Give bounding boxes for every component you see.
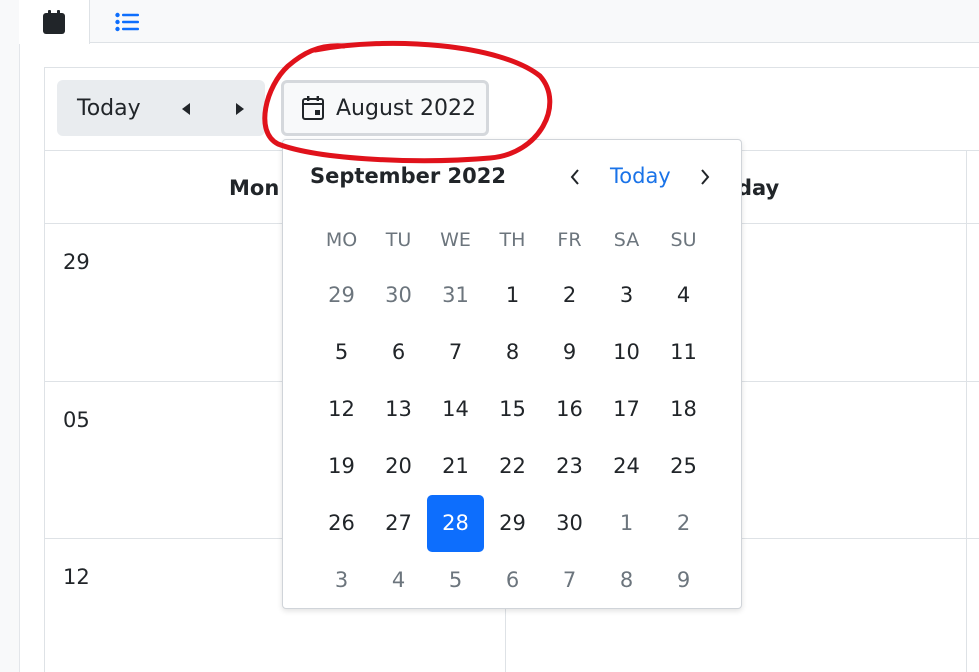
datepicker-day[interactable]: 1 [598, 495, 655, 552]
datepicker-day[interactable]: 22 [484, 438, 541, 495]
today-button[interactable]: Today [77, 96, 141, 121]
datepicker-today-link[interactable]: Today [610, 164, 671, 188]
datepicker-day[interactable]: 7 [541, 552, 598, 609]
week-row-date: 05 [63, 408, 90, 432]
chevron-left-icon [570, 169, 579, 185]
datepicker-day[interactable]: 27 [370, 495, 427, 552]
list-icon [115, 12, 139, 31]
weekday-label: TU [385, 229, 412, 251]
datepicker-day[interactable]: 21 [427, 438, 484, 495]
view-tab-bar [19, 0, 979, 44]
datepicker-day[interactable]: 29 [484, 495, 541, 552]
datepicker-day[interactable]: 3 [598, 267, 655, 324]
datepicker-day[interactable]: 6 [484, 552, 541, 609]
datepicker-day[interactable]: 10 [598, 324, 655, 381]
datepicker-day[interactable]: 2 [541, 267, 598, 324]
datepicker-day[interactable]: 30 [370, 267, 427, 324]
datepicker-title: September 2022 [310, 164, 506, 188]
datepicker-day[interactable]: 11 [655, 324, 712, 381]
datepicker-day[interactable]: 19 [313, 438, 370, 495]
calendar-icon [43, 10, 65, 34]
tab-list-view[interactable] [97, 0, 157, 43]
datepicker-day[interactable]: 3 [313, 552, 370, 609]
datepicker-day[interactable]: 16 [541, 381, 598, 438]
month-label: August 2022 [336, 95, 476, 121]
column-header-partial: day [737, 176, 780, 200]
datepicker-day[interactable]: 26 [313, 495, 370, 552]
datepicker-day[interactable]: 25 [655, 438, 712, 495]
datepicker-day-selected[interactable]: 28 [427, 495, 484, 552]
calendar-event-icon [302, 96, 324, 120]
caret-left-icon [182, 103, 190, 115]
weekday-label: SU [670, 229, 697, 251]
weekday-label: MO [325, 229, 358, 251]
datepicker-day[interactable]: 8 [598, 552, 655, 609]
datepicker-day[interactable]: 4 [655, 267, 712, 324]
week-row-date: 29 [63, 250, 90, 274]
datepicker-day[interactable]: 30 [541, 495, 598, 552]
datepicker-day[interactable]: 17 [598, 381, 655, 438]
datepicker-day[interactable]: 9 [655, 552, 712, 609]
chevron-right-icon [701, 169, 710, 185]
caret-right-icon [236, 103, 244, 115]
datepicker-day[interactable]: 5 [313, 324, 370, 381]
left-border-strip [0, 0, 20, 672]
datepicker-day[interactable]: 23 [541, 438, 598, 495]
weekday-label: WE [440, 229, 471, 251]
datepicker-day[interactable]: 20 [370, 438, 427, 495]
column-header-monday: Mon [229, 176, 280, 200]
week-row-date: 12 [63, 565, 90, 589]
datepicker-day[interactable]: 24 [598, 438, 655, 495]
datepicker-prev-button[interactable] [567, 166, 583, 188]
weekday-label: TH [499, 229, 526, 251]
datepicker-day[interactable]: 14 [427, 381, 484, 438]
tab-calendar-view[interactable] [19, 0, 90, 44]
datepicker-day[interactable]: 29 [313, 267, 370, 324]
weekday-label: SA [613, 229, 640, 251]
datepicker-day[interactable]: 1 [484, 267, 541, 324]
datepicker-day[interactable]: 5 [427, 552, 484, 609]
datepicker-day[interactable]: 15 [484, 381, 541, 438]
datepicker-day[interactable]: 13 [370, 381, 427, 438]
datepicker-popup: September 2022 Today MO TU WE TH FR SA SU 29 30… [282, 139, 742, 609]
datepicker-day[interactable]: 9 [541, 324, 598, 381]
datepicker-day[interactable]: 4 [370, 552, 427, 609]
grid-column-divider [966, 151, 967, 672]
prev-period-button[interactable] [176, 97, 196, 121]
datepicker-day[interactable]: 6 [370, 324, 427, 381]
datepicker-day[interactable]: 31 [427, 267, 484, 324]
datepicker-day[interactable]: 2 [655, 495, 712, 552]
datepicker-day[interactable]: 8 [484, 324, 541, 381]
weekday-label: FR [557, 229, 582, 251]
month-picker-button[interactable]: August 2022 [281, 80, 489, 136]
datepicker-day[interactable]: 12 [313, 381, 370, 438]
datepicker-next-button[interactable] [697, 166, 713, 188]
datepicker-day[interactable]: 7 [427, 324, 484, 381]
datepicker-day[interactable]: 18 [655, 381, 712, 438]
next-period-button[interactable] [230, 97, 250, 121]
